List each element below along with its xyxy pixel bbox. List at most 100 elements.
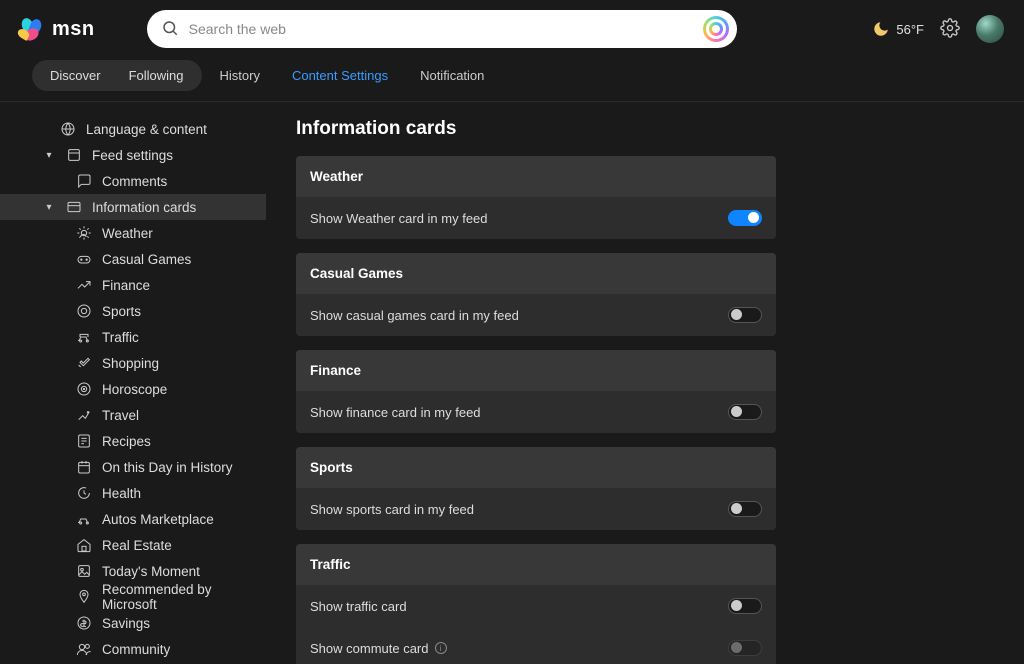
card-header: Weather [296, 156, 776, 197]
toggle[interactable] [728, 210, 762, 226]
games-icon [76, 251, 92, 267]
sidebar-item-health[interactable]: Health [0, 480, 266, 506]
sidebar-item-label: Comments [102, 174, 167, 189]
toggle[interactable] [728, 307, 762, 323]
moon-icon [872, 20, 890, 38]
sidebar-item-casual-games[interactable]: Casual Games [0, 246, 266, 272]
sidebar-item-label: Casual Games [102, 252, 191, 267]
sidebar-item-label: Horoscope [102, 382, 167, 397]
sidebar-item-autos-marketplace[interactable]: Autos Marketplace [0, 506, 266, 532]
sidebar-item-travel[interactable]: Travel [0, 402, 266, 428]
sidebar-item-today-s-moment[interactable]: Today's Moment [0, 558, 266, 584]
weather-icon [76, 225, 92, 241]
search-icon [161, 19, 179, 40]
sidebar-item-shopping[interactable]: Shopping [0, 350, 266, 376]
tab-discover[interactable]: Discover [36, 65, 115, 86]
tab-notification[interactable]: Notification [406, 62, 498, 89]
card-header: Traffic [296, 544, 776, 585]
sidebar-item-label: Weather [102, 226, 153, 241]
travel-icon [76, 407, 92, 423]
setting-row: Show Weather card in my feed [296, 197, 776, 239]
toggle [728, 640, 762, 656]
recommended-icon [76, 589, 92, 605]
sidebar-comments[interactable]: Comments [0, 168, 266, 194]
comment-icon [76, 173, 92, 189]
toggle[interactable] [728, 598, 762, 614]
sidebar-item-sports[interactable]: Sports [0, 298, 266, 324]
logo[interactable]: msn [20, 16, 95, 42]
sidebar-item-savings[interactable]: Savings [0, 610, 266, 636]
finance-icon [76, 277, 92, 293]
chevron-down-icon: ▾ [44, 202, 54, 213]
setting-label: Show Weather card in my feed [310, 211, 488, 226]
sidebar-item-label: Health [102, 486, 141, 501]
sidebar-item-finance[interactable]: Finance [0, 272, 266, 298]
body: Language & content ▾ Feed settings Comme… [0, 102, 1024, 664]
sidebar-item-recommended-by-microsoft[interactable]: Recommended by Microsoft [0, 584, 266, 610]
main-content: Information cards Weather Show Weather ca… [266, 102, 1024, 664]
tabs-bar: Discover Following History Content Setti… [0, 56, 1024, 102]
card-sports: SportsShow sports card in my feed [296, 447, 776, 530]
sidebar-item-traffic[interactable]: Traffic [0, 324, 266, 350]
copilot-icon[interactable] [703, 16, 729, 42]
sidebar-information-cards[interactable]: ▾ Information cards [0, 194, 266, 220]
sidebar-item-label: Information cards [92, 200, 196, 215]
tab-group-main: Discover Following [32, 60, 202, 91]
sidebar-item-label: On this Day in History [102, 460, 233, 475]
sidebar-item-label: Real Estate [102, 538, 172, 553]
feed-icon [66, 147, 82, 163]
autos-icon [76, 511, 92, 527]
sidebar-item-label: Finance [102, 278, 150, 293]
sidebar-item-label: Today's Moment [102, 564, 200, 579]
sidebar-item-weather[interactable]: Weather [0, 220, 266, 246]
sidebar-item-real-estate[interactable]: Real Estate [0, 532, 266, 558]
sidebar-item-community[interactable]: Community [0, 636, 266, 662]
card-header: Casual Games [296, 253, 776, 294]
sidebar-item-label: Traffic [102, 330, 139, 345]
shopping-icon [76, 355, 92, 371]
calendar-icon [76, 459, 92, 475]
savings-icon [76, 615, 92, 631]
sidebar-item-recipes[interactable]: Recipes [0, 428, 266, 454]
card-header: Finance [296, 350, 776, 391]
health-icon [76, 485, 92, 501]
card-casual-games: Casual GamesShow casual games card in my… [296, 253, 776, 336]
sidebar-item-label: Savings [102, 616, 150, 631]
avatar[interactable] [976, 15, 1004, 43]
search-input[interactable] [189, 21, 693, 37]
tab-following[interactable]: Following [115, 65, 198, 86]
weather-widget[interactable]: 56°F [872, 20, 924, 38]
cards-icon [66, 199, 82, 215]
setting-row: Show traffic card [296, 585, 776, 627]
horoscope-icon [76, 381, 92, 397]
sports-icon [76, 303, 92, 319]
info-icon[interactable]: i [435, 642, 447, 654]
sidebar-item-label: Feed settings [92, 148, 173, 163]
sidebar-item-label: Sports [102, 304, 141, 319]
tab-history[interactable]: History [206, 62, 274, 89]
sidebar-feed-settings[interactable]: ▾ Feed settings [0, 142, 266, 168]
header-right: 56°F [872, 15, 1004, 43]
tab-content-settings[interactable]: Content Settings [278, 62, 402, 89]
search-bar[interactable] [147, 10, 737, 48]
setting-label: Show traffic card [310, 599, 407, 614]
card-weather: Weather Show Weather card in my feed [296, 156, 776, 239]
toggle[interactable] [728, 501, 762, 517]
traffic-icon [76, 329, 92, 345]
card-finance: FinanceShow finance card in my feed [296, 350, 776, 433]
globe-icon [60, 121, 76, 137]
home-icon [76, 537, 92, 553]
settings-icon[interactable] [940, 18, 960, 41]
sidebar-item-label: Language & content [86, 122, 207, 137]
sidebar-item-on-this-day-in-history[interactable]: On this Day in History [0, 454, 266, 480]
sidebar-item-label: Shopping [102, 356, 159, 371]
sidebar-item-horoscope[interactable]: Horoscope [0, 376, 266, 402]
recipes-icon [76, 433, 92, 449]
page-title: Information cards [296, 118, 994, 140]
card-traffic: Traffic Show traffic card Show commute car… [296, 544, 776, 664]
toggle[interactable] [728, 404, 762, 420]
sidebar-language-content[interactable]: Language & content [0, 116, 266, 142]
setting-label: Show commute card [310, 641, 429, 656]
setting-row: Show commute card i [296, 627, 776, 664]
setting-row: Show sports card in my feed [296, 488, 776, 530]
